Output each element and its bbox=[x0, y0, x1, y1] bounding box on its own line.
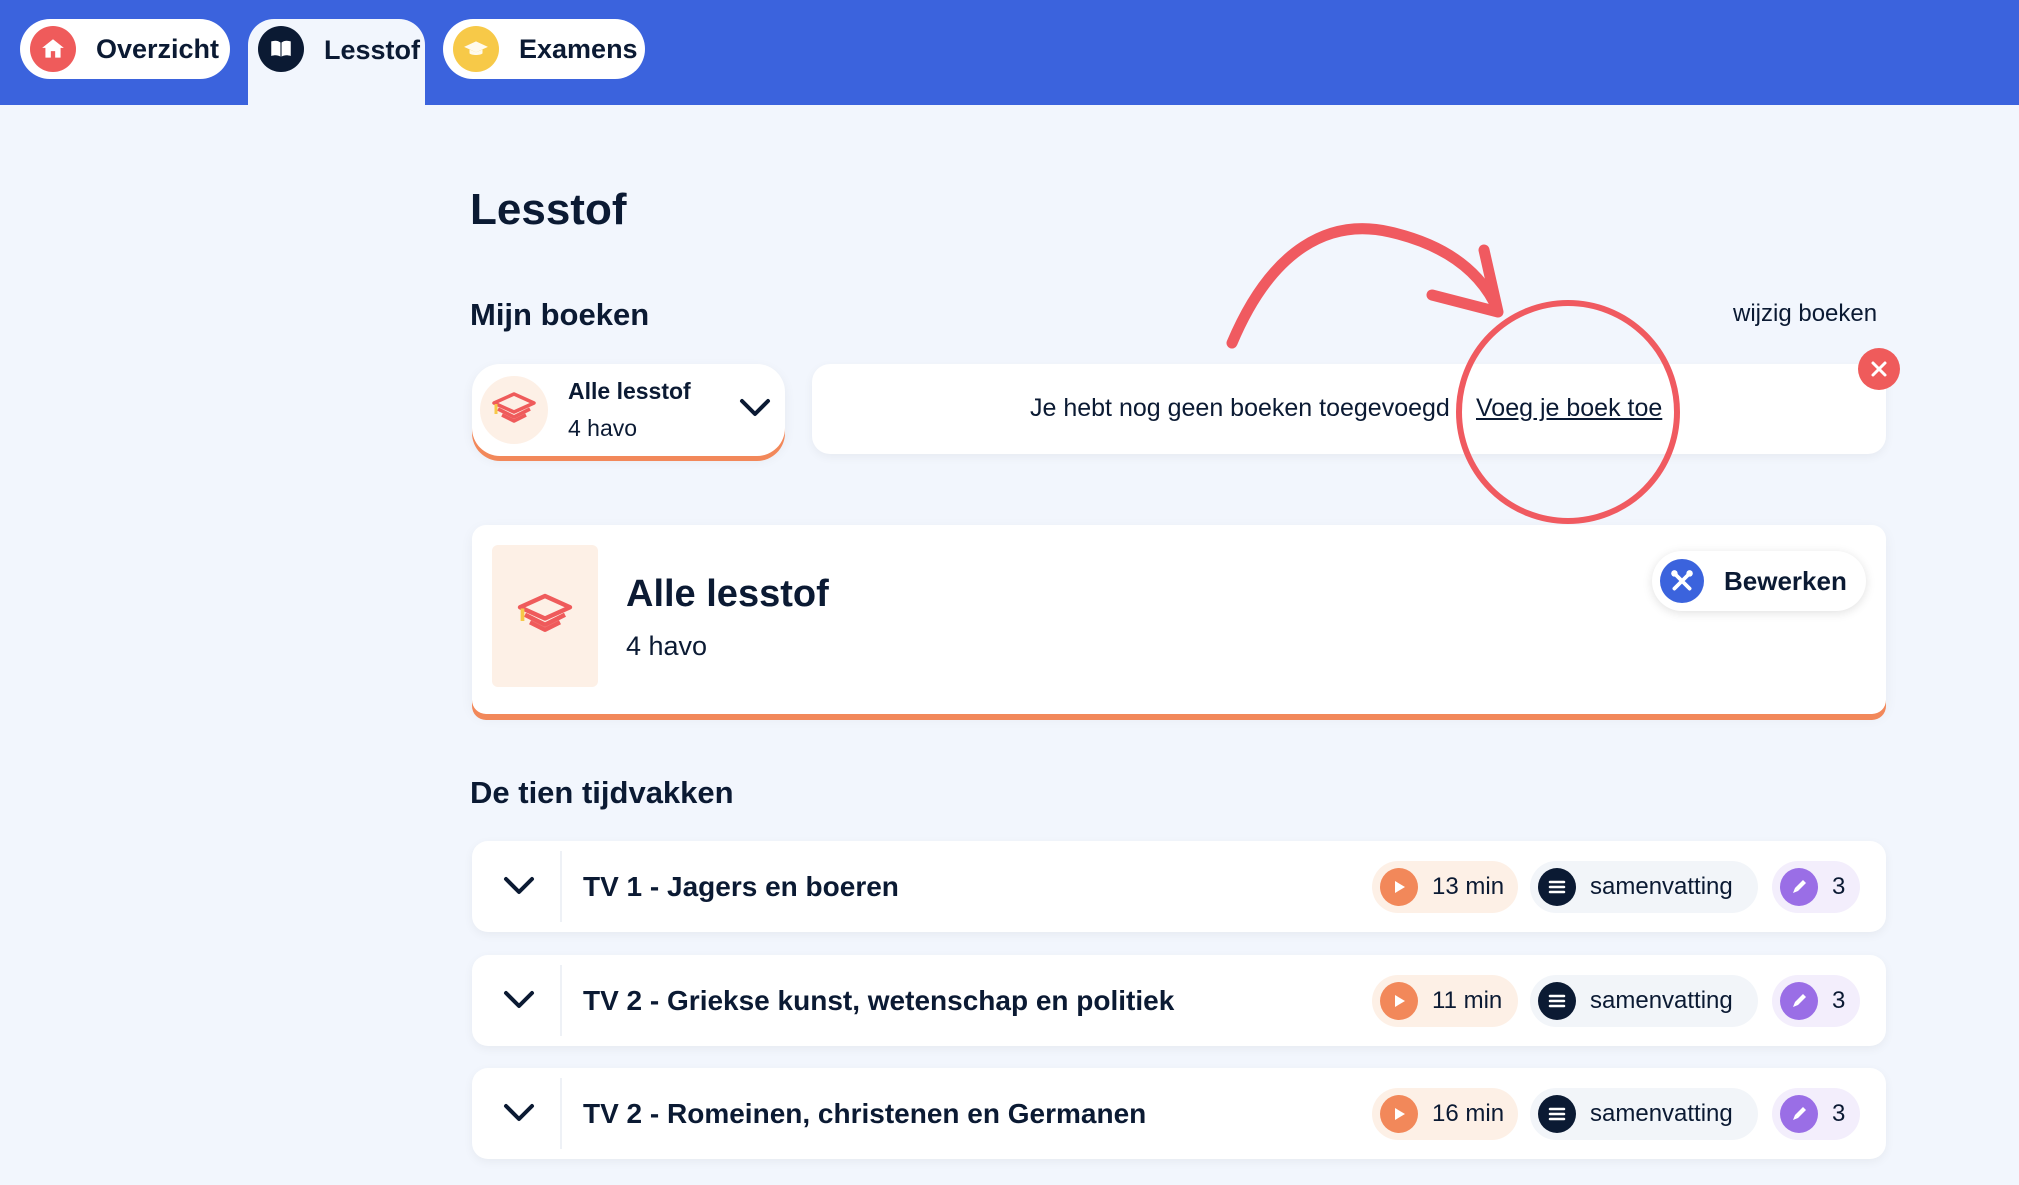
list-icon bbox=[1538, 1095, 1576, 1133]
exercises-badge[interactable]: 3 bbox=[1772, 975, 1860, 1027]
annotation-arrowhead bbox=[1426, 244, 1504, 318]
list-item[interactable]: TV 2 - Romeinen, christenen en Germanen … bbox=[472, 1068, 1886, 1159]
tab-label: Overzicht bbox=[96, 33, 220, 64]
edit-books-link[interactable]: wijzig boeken bbox=[1733, 300, 1877, 328]
add-book-link[interactable]: Voeg je boek toe bbox=[1476, 394, 1662, 423]
chevron-down-icon[interactable] bbox=[496, 1090, 542, 1136]
video-duration-badge[interactable]: 13 min bbox=[1372, 861, 1518, 913]
chevron-down-icon bbox=[738, 397, 772, 424]
chevron-down-icon[interactable] bbox=[496, 863, 542, 909]
play-icon bbox=[1380, 982, 1418, 1020]
tools-icon bbox=[1660, 559, 1704, 603]
edit-button[interactable]: Bewerken bbox=[1652, 551, 1866, 611]
no-books-notice: Je hebt nog geen boeken toegevoegd Voeg … bbox=[812, 364, 1886, 454]
tab-label: Lesstof bbox=[324, 35, 421, 65]
my-books-heading: Mijn boeken bbox=[470, 297, 650, 332]
page-title: Lesstof bbox=[470, 185, 627, 234]
pen-icon bbox=[1780, 868, 1818, 906]
summary-badge[interactable]: samenvatting bbox=[1530, 975, 1758, 1027]
row-title: TV 2 - Romeinen, christenen en Germanen bbox=[583, 1098, 1147, 1129]
pen-icon bbox=[1780, 982, 1818, 1020]
book-selector-subtitle: 4 havo bbox=[568, 415, 638, 441]
summary-text: samenvatting bbox=[1590, 873, 1733, 900]
notice-message: Je hebt nog geen boeken toegevoegd bbox=[1030, 394, 1450, 422]
row-title: TV 2 - Griekse kunst, wetenschap en poli… bbox=[583, 985, 1175, 1016]
list-icon bbox=[1538, 982, 1576, 1020]
edit-button-label: Bewerken bbox=[1724, 565, 1847, 596]
video-duration-badge[interactable]: 16 min bbox=[1372, 1088, 1518, 1140]
row-title: TV 1 - Jagers en boeren bbox=[583, 871, 899, 902]
exercises-count: 3 bbox=[1832, 1100, 1846, 1127]
tab-examens[interactable]: Examens bbox=[443, 19, 645, 79]
duration-text: 16 min bbox=[1432, 1100, 1505, 1127]
selected-material-card: Alle lesstof 4 havo Bewerken bbox=[472, 525, 1886, 714]
graduation-cap-icon bbox=[492, 545, 598, 687]
tab-label: Examens bbox=[519, 33, 638, 64]
exercises-count: 3 bbox=[1832, 987, 1846, 1014]
exercises-badge[interactable]: 3 bbox=[1772, 861, 1860, 913]
tab-overzicht[interactable]: Overzicht bbox=[20, 19, 230, 79]
video-duration-badge[interactable]: 11 min bbox=[1372, 975, 1518, 1027]
pen-icon bbox=[1780, 1095, 1818, 1133]
exercises-badge[interactable]: 3 bbox=[1772, 1088, 1860, 1140]
play-icon bbox=[1380, 868, 1418, 906]
summary-badge[interactable]: samenvatting bbox=[1530, 861, 1758, 913]
list-item[interactable]: TV 1 - Jagers en boeren 13 min samenvatt… bbox=[472, 841, 1886, 932]
tab-lesstof[interactable]: Lesstof bbox=[248, 19, 425, 105]
book-selector-title: Alle lesstof bbox=[568, 378, 691, 404]
graduation-cap-icon bbox=[480, 376, 548, 444]
card-title: Alle lesstof bbox=[626, 573, 829, 615]
summary-text: samenvatting bbox=[1590, 987, 1733, 1014]
graduation-cap-icon bbox=[453, 26, 499, 72]
section-heading: De tien tijdvakken bbox=[470, 775, 734, 810]
close-icon[interactable] bbox=[1858, 348, 1900, 390]
home-icon bbox=[30, 26, 76, 72]
summary-badge[interactable]: samenvatting bbox=[1530, 1088, 1758, 1140]
chevron-down-icon[interactable] bbox=[496, 977, 542, 1023]
book-selector[interactable]: Alle lesstof 4 havo bbox=[472, 364, 785, 456]
summary-text: samenvatting bbox=[1590, 1100, 1733, 1127]
divider bbox=[560, 1078, 562, 1149]
list-item[interactable]: TV 2 - Griekse kunst, wetenschap en poli… bbox=[472, 955, 1886, 1046]
card-subtitle: 4 havo bbox=[626, 631, 708, 661]
list-icon bbox=[1538, 868, 1576, 906]
annotation-arrow bbox=[1226, 223, 1500, 349]
book-icon bbox=[258, 26, 304, 72]
exercises-count: 3 bbox=[1832, 873, 1846, 900]
divider bbox=[560, 851, 562, 922]
duration-text: 11 min bbox=[1432, 987, 1503, 1014]
play-icon bbox=[1380, 1095, 1418, 1133]
divider bbox=[560, 965, 562, 1036]
duration-text: 13 min bbox=[1432, 873, 1505, 900]
